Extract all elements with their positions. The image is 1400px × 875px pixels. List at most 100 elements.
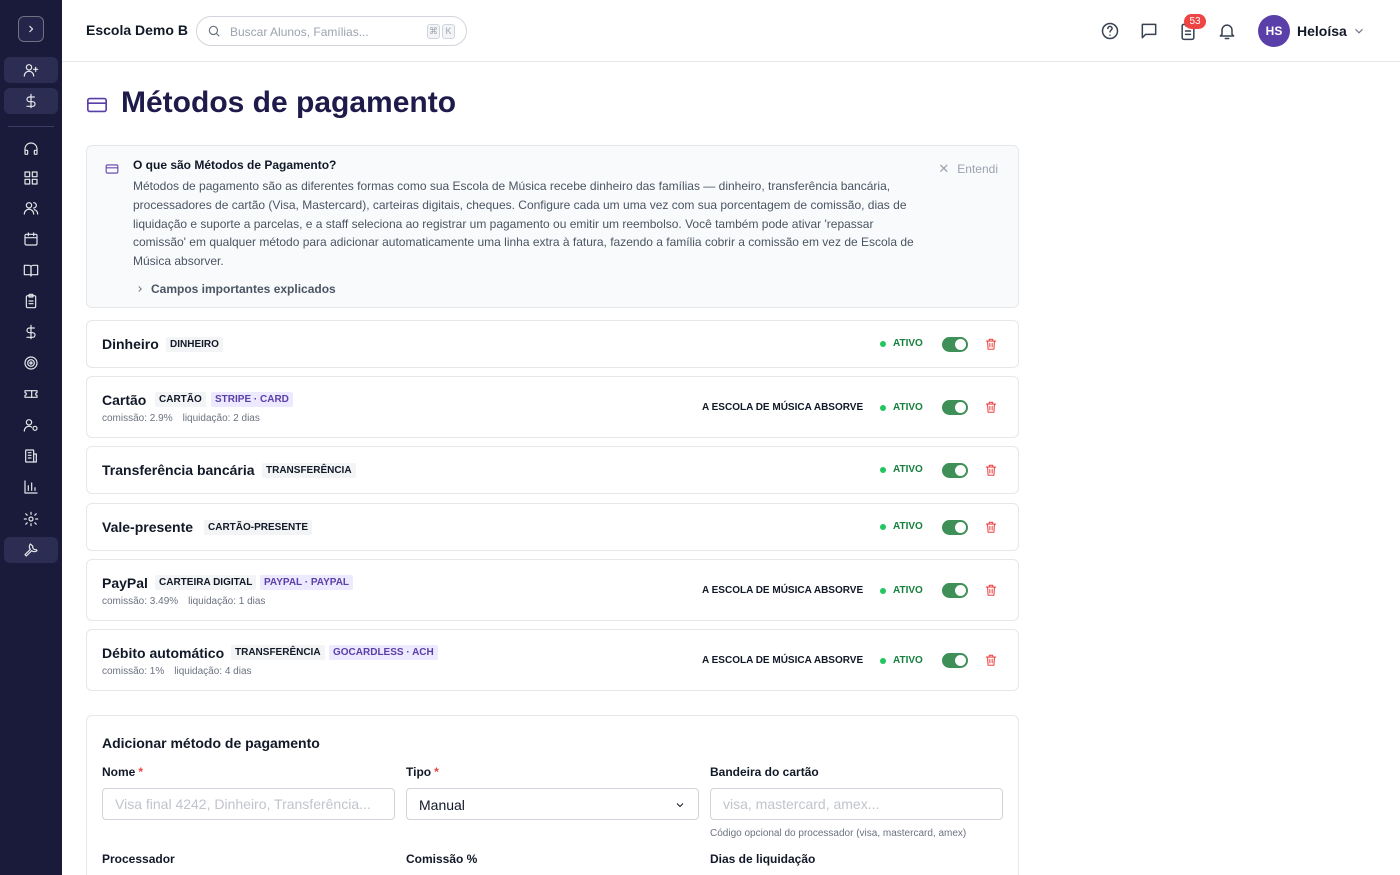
sidebar-item-quick-payment[interactable] [4, 88, 58, 114]
method-name: Vale-presente [102, 519, 194, 535]
brand-label: Bandeira do cartão [710, 765, 819, 779]
status-dot [880, 466, 886, 473]
status-badge: ATIVO [880, 402, 923, 413]
sidebar-item-goals[interactable] [4, 350, 58, 376]
trash-icon [985, 584, 997, 596]
sidebar [0, 0, 62, 875]
status-label: ATIVO [893, 655, 923, 666]
trash-icon [985, 521, 997, 533]
headset-icon [24, 142, 38, 155]
chevron-right-icon [29, 25, 34, 33]
help-button[interactable] [1100, 21, 1120, 41]
active-toggle[interactable] [942, 653, 968, 668]
sidebar-item-tools[interactable] [4, 537, 58, 563]
brand-input[interactable] [710, 788, 1003, 820]
method-type-tag: TRANSFERÊNCIA [262, 463, 356, 478]
sidebar-item-settings[interactable] [4, 506, 58, 532]
chevron-down-icon [1355, 28, 1363, 34]
method-card: Dinheiro DINHEIRO ATIVO [86, 320, 1019, 368]
method-name: Débito automático [102, 645, 225, 661]
sidebar-item-attendance[interactable] [4, 288, 58, 314]
sidebar-item-dashboard[interactable] [4, 165, 58, 191]
user-name[interactable]: Heloísa [1297, 23, 1347, 39]
toggle-knob [955, 655, 966, 666]
toggle-knob [955, 522, 966, 533]
sidebar-item-support[interactable] [4, 136, 58, 162]
user-menu-toggle[interactable] [1352, 24, 1366, 38]
active-toggle[interactable] [942, 400, 968, 415]
delete-button[interactable] [984, 463, 998, 477]
calendar-icon [24, 232, 38, 246]
credit-card-icon [105, 162, 119, 176]
status-label: ATIVO [893, 402, 923, 413]
method-card: Transferência bancária TRANSFERÊNCIA ATI… [86, 446, 1019, 494]
name-label: Nome * [102, 765, 144, 779]
sidebar-item-events[interactable] [4, 381, 58, 407]
active-toggle[interactable] [942, 583, 968, 598]
chevron-right-icon [138, 286, 142, 292]
bar-chart-icon [24, 480, 38, 494]
method-type-tag: CARTÃO-PRESENTE [204, 520, 313, 535]
book-icon [23, 264, 39, 277]
users-icon [23, 202, 39, 215]
method-card: PayPal CARTEIRA DIGITAL PAYPAL · PAYPAL … [86, 559, 1019, 621]
status-badge: ATIVO [880, 521, 923, 532]
delete-button[interactable] [984, 520, 998, 534]
method-meta: comissão: 2.9% liquidação: 2 dias [102, 413, 270, 424]
user-plus-icon [23, 64, 39, 77]
page-title: Métodos de pagamento [121, 86, 457, 119]
active-toggle[interactable] [942, 463, 968, 478]
help-icon [1101, 22, 1119, 40]
settlement-text: liquidação: 4 dias [174, 666, 252, 677]
active-toggle[interactable] [942, 520, 968, 535]
expand-fields-toggle[interactable]: Campos importantes explicados [135, 282, 336, 296]
delete-button[interactable] [984, 583, 998, 597]
status-dot [880, 657, 886, 664]
active-toggle[interactable] [942, 337, 968, 352]
type-label: Tipo * [406, 765, 439, 779]
status-label: ATIVO [893, 464, 923, 475]
sidebar-item-students[interactable] [4, 195, 58, 221]
search-placeholder: Buscar Alunos, Famílias... [230, 25, 369, 39]
messages-button[interactable] [1139, 21, 1159, 41]
status-dot [880, 404, 886, 411]
sidebar-item-billing[interactable] [4, 319, 58, 345]
sidebar-item-staff[interactable] [4, 412, 58, 438]
delete-button[interactable] [984, 337, 998, 351]
processor-label: Processador [102, 852, 175, 866]
credit-card-icon [86, 94, 108, 116]
tasks-count-badge: 53 [1184, 14, 1206, 29]
status-label: ATIVO [893, 521, 923, 532]
fee-text: comissão: 1% [102, 666, 165, 677]
method-type-tag: CARTEIRA DIGITAL [155, 575, 257, 590]
search-box[interactable]: Buscar Alunos, Famílias... ⌘ K [196, 16, 467, 46]
status-badge: ATIVO [880, 338, 923, 349]
delete-button[interactable] [984, 400, 998, 414]
sidebar-toggle-button[interactable] [18, 16, 44, 42]
name-input[interactable] [102, 788, 395, 820]
dismiss-button[interactable]: ✕ Entendi [938, 161, 998, 177]
method-card: Cartão CARTÃO STRIPE · CARD comissão: 2.… [86, 376, 1019, 438]
notifications-button[interactable] [1217, 21, 1237, 41]
sidebar-item-calendar[interactable] [4, 226, 58, 252]
gear-icon [23, 511, 39, 527]
ticket-icon [24, 390, 38, 398]
info-title: O que são Métodos de Pagamento? [133, 158, 337, 172]
sidebar-item-lessons[interactable] [4, 257, 58, 283]
type-select[interactable]: Manual [406, 788, 699, 820]
brand-help-text: Código opcional do processador (visa, ma… [710, 828, 967, 839]
delete-button[interactable] [984, 653, 998, 667]
target-icon [24, 356, 38, 370]
processor-tag: GOCARDLESS · ACH [329, 645, 438, 660]
processor-tag: PAYPAL · PAYPAL [260, 575, 354, 590]
chevron-down-icon [676, 803, 684, 808]
sidebar-item-reports[interactable] [4, 474, 58, 500]
avatar[interactable]: HS [1258, 15, 1290, 47]
sidebar-item-locations[interactable] [4, 443, 58, 469]
sidebar-item-add-student[interactable] [4, 57, 58, 83]
school-name[interactable]: Escola Demo B [86, 22, 188, 38]
status-badge: ATIVO [880, 585, 923, 596]
method-card: Débito automático TRANSFERÊNCIA GOCARDLE… [86, 629, 1019, 691]
settlement-text: liquidação: 1 dias [188, 596, 266, 607]
sidebar-divider [8, 126, 54, 127]
